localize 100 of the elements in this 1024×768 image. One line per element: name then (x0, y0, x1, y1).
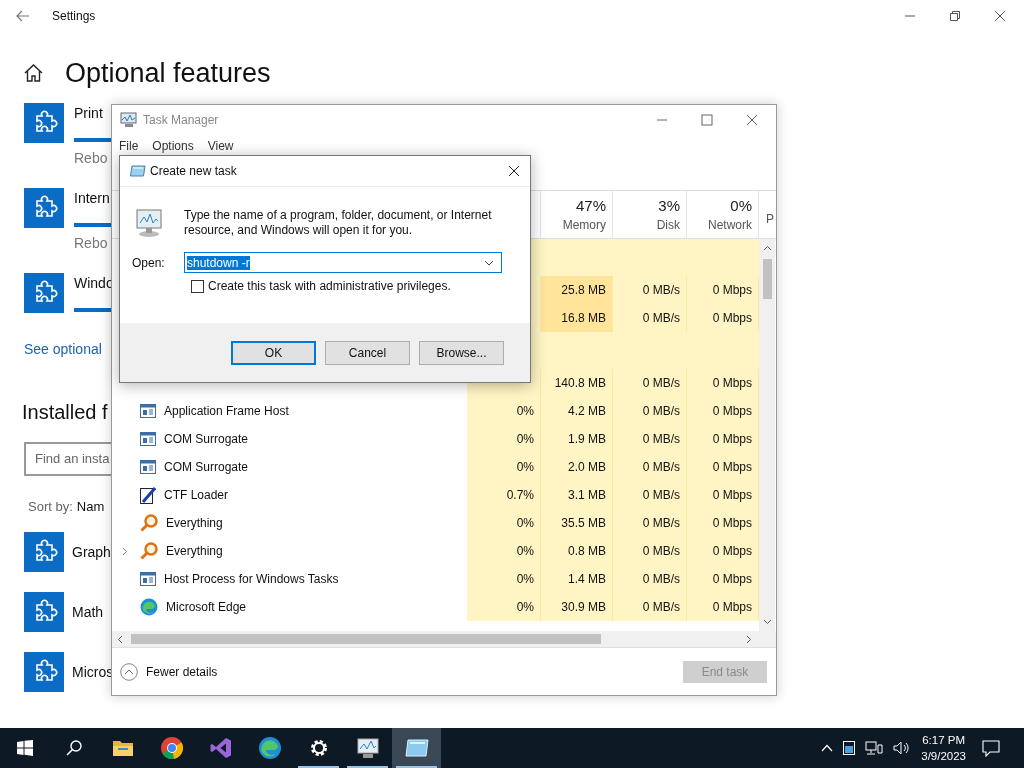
process-name[interactable]: Host Process for Windows Tasks (164, 572, 339, 586)
window-icon[interactable] (404, 739, 429, 757)
clock-date[interactable]: 3/9/2023 (921, 748, 966, 764)
maximize-icon[interactable] (701, 114, 713, 126)
fewer-details-link[interactable]: Fewer details (146, 664, 218, 679)
feature-status: Rebo (74, 234, 108, 253)
network-icon[interactable] (865, 741, 884, 755)
speaker-icon[interactable] (893, 741, 910, 755)
menu-item[interactable]: Options (152, 138, 194, 153)
restore-icon[interactable] (949, 10, 961, 22)
puzzle-icon (24, 103, 64, 143)
process-name[interactable]: COM Surrogate (164, 460, 249, 474)
feature-status: Rebo (74, 149, 108, 168)
dialog-button[interactable]: Cancel (325, 341, 410, 365)
menu-item[interactable]: File (119, 138, 139, 153)
expand-chevron-icon[interactable] (122, 546, 128, 556)
network-cell: 0 Mbps (687, 509, 759, 537)
menu-item[interactable]: View (207, 138, 234, 153)
process-name[interactable]: Everything (166, 544, 223, 558)
horizontal-scrollbar[interactable] (112, 631, 776, 647)
memory-cell: 2.0 MB (541, 453, 613, 481)
ribbon-logo-icon[interactable] (209, 737, 232, 759)
pen-icon (140, 486, 156, 504)
cpu-cell: 0% (467, 425, 541, 453)
settings-icon[interactable] (308, 738, 329, 758)
round-logo-icon[interactable] (159, 736, 184, 760)
process-name[interactable]: CTF Loader (164, 488, 229, 502)
disk-cell: 0 MB/s (613, 481, 687, 509)
magnifier-icon (140, 542, 158, 560)
disk-cell: 0 MB/s (613, 276, 687, 304)
process-name[interactable]: COM Surrogate (164, 432, 249, 446)
checkbox-label[interactable]: Create this task with administrative privileges. (208, 279, 451, 293)
window-title: Settings (52, 9, 96, 23)
optional-features-link[interactable]: See optional (24, 339, 102, 359)
window-icon (130, 165, 146, 177)
sort-label: Sort by: (28, 499, 73, 514)
process-name[interactable]: Application Frame Host (164, 404, 289, 418)
tablet-icon[interactable] (843, 741, 856, 755)
memory-cell: 35.5 MB (541, 509, 613, 537)
home-icon[interactable] (24, 64, 43, 82)
running-indicator (396, 766, 437, 768)
back-arrow-icon[interactable] (16, 10, 30, 22)
dropdown-chevron-icon[interactable] (484, 259, 494, 266)
column-usage: 3% (658, 197, 680, 214)
disk-cell: 0 MB/s (613, 453, 687, 481)
column-usage: 47% (575, 197, 606, 214)
feature-name[interactable]: Intern (74, 188, 110, 208)
process-name[interactable]: Everything (166, 516, 223, 530)
cpu-cell: 0% (467, 593, 541, 621)
feature-name[interactable]: Graph (72, 542, 111, 562)
close-icon[interactable] (508, 165, 520, 177)
disk-cell: 0 MB/s (613, 565, 687, 593)
disk-cell: 0 MB/s (613, 369, 687, 397)
disk-cell: 0 MB/s (613, 425, 687, 453)
caret-up-icon[interactable] (821, 744, 834, 752)
page-heading: Optional features (65, 57, 271, 89)
network-cell: 0 Mbps (687, 397, 759, 425)
memory-cell: 30.9 MB (541, 593, 613, 621)
folder-icon[interactable] (111, 739, 134, 757)
memory-cell: 0.8 MB (541, 537, 613, 565)
puzzle-icon (24, 273, 64, 313)
sort-dropdown[interactable]: Nam (76, 499, 105, 514)
windows-logo-icon[interactable] (16, 740, 33, 756)
window-title: Task Manager (143, 113, 219, 127)
scroll-thumb[interactable] (762, 259, 772, 299)
disk-cell: 0 MB/s (613, 397, 687, 425)
disk-cell: 0 MB/s (613, 509, 687, 537)
column-header[interactable]: Network (708, 218, 752, 232)
window-icon (140, 432, 156, 446)
window-icon (140, 460, 156, 474)
search-icon[interactable] (65, 740, 82, 756)
feature-name[interactable]: Print (74, 103, 103, 123)
close-icon[interactable] (994, 10, 1006, 22)
dialog-button[interactable]: Browse... (419, 341, 504, 365)
admin-checkbox[interactable] (191, 279, 204, 293)
column-usage: 0% (730, 197, 752, 214)
process-name[interactable]: Microsoft Edge (166, 600, 247, 614)
feature-name[interactable]: Math (72, 602, 104, 622)
notification-icon[interactable] (982, 739, 1000, 757)
disk-cell: 0 MB/s (613, 593, 687, 621)
memory-cell: 140.8 MB (541, 369, 613, 397)
collapse-chevron-icon[interactable] (120, 662, 138, 681)
open-combobox[interactable]: shutdown -r (184, 252, 502, 273)
clock-time[interactable]: 6:17 PM (922, 732, 966, 748)
dialog-button[interactable]: OK (231, 341, 316, 365)
active-taskbar-item[interactable] (392, 728, 441, 768)
running-indicator (347, 766, 388, 768)
puzzle-icon (24, 592, 64, 632)
column-header[interactable]: P (766, 212, 774, 226)
open-label: Open: (132, 255, 166, 270)
column-header[interactable]: Memory (562, 218, 606, 232)
monitor-chart-icon[interactable] (355, 737, 380, 759)
network-cell: 0 Mbps (687, 304, 759, 332)
memory-cell: 4.2 MB (541, 397, 613, 425)
column-header[interactable]: Disk (656, 218, 680, 232)
disk-cell: 0 MB/s (613, 304, 687, 332)
browser-logo-icon[interactable] (257, 736, 282, 760)
vertical-scrollbar[interactable] (759, 239, 775, 631)
running-indicator (298, 766, 339, 768)
memory-cell: 3.1 MB (541, 481, 613, 509)
